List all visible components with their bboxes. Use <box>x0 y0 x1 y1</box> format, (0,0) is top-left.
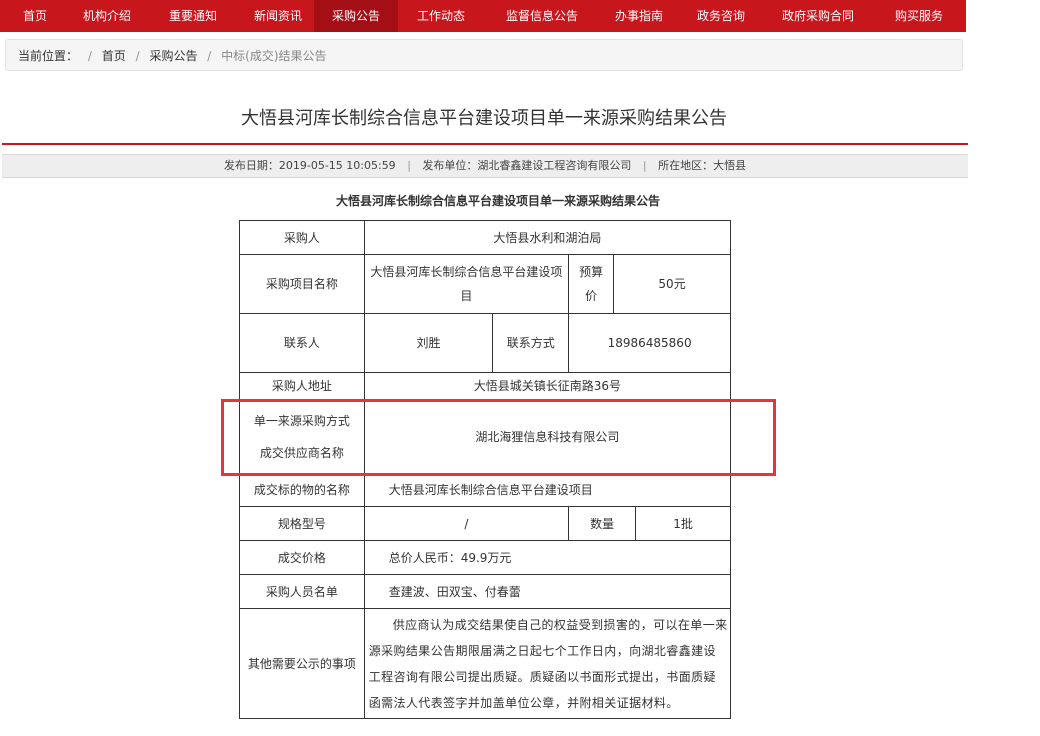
table-row: 规格型号 / 数量 1批 <box>239 506 731 541</box>
phone-value: 18986485860 <box>568 313 731 373</box>
subject-value: 大悟县河库长制综合信息平台建设项目 <box>363 473 732 507</box>
budget-label: 预算价 <box>568 254 615 314</box>
page-title: 大悟县河库长制综合信息平台建设项目单一来源采购结果公告 <box>241 108 727 129</box>
breadcrumb-home-link[interactable]: 首页 <box>102 49 126 63</box>
table-row: 采购人 大悟县水利和湖泊局 <box>239 220 732 255</box>
table-row: 采购人员名单 查建波、田双宝、付春蕾 <box>239 574 732 609</box>
nav-about[interactable]: 机构介绍 <box>70 0 144 32</box>
breadcrumb-current: 中标(成交)结果公告 <box>221 49 327 63</box>
result-table: 采购人 大悟县水利和湖泊局 采购项目名称 大悟县河库长制综合信息平台建设项目 预… <box>239 220 732 719</box>
nav-services[interactable]: 购买服务 <box>872 0 966 32</box>
contact-label: 联系人 <box>239 313 365 373</box>
region: 所在地区：大悟县 <box>658 159 747 172</box>
contact-value: 刘胜 <box>363 313 494 373</box>
spec-label: 规格型号 <box>239 506 365 541</box>
price-value: 总价人民币：49.9万元 <box>363 540 732 575</box>
nav-contracts[interactable]: 政府采购合同 <box>764 0 872 32</box>
nav-notices[interactable]: 重要通知 <box>144 0 242 32</box>
table-row: 联系人 刘胜 联系方式 18986485860 <box>239 313 731 373</box>
meta-separator: | <box>407 159 411 172</box>
article-meta: 发布日期：2019-05-15 10:05:59 | 发布单位：湖北睿鑫建设工程… <box>2 154 968 178</box>
table-row: 采购项目名称 大悟县河库长制综合信息平台建设项目 预算价 50元 <box>239 254 731 314</box>
project-name-value: 大悟县河库长制综合信息平台建设项目 <box>363 254 570 314</box>
article-subtitle: 大悟县河库长制综合信息平台建设项目单一来源采购结果公告 <box>335 194 660 208</box>
publish-date: 发布日期：2019-05-15 10:05:59 <box>223 159 396 172</box>
nav-work-updates[interactable]: 工作动态 <box>398 0 484 32</box>
breadcrumb-label: 当前位置： <box>18 49 79 63</box>
table-row: 采购人地址 大悟县城关镇长征南路36号 <box>239 372 732 400</box>
supplier-value: 湖北海狸信息科技有限公司 <box>363 399 732 474</box>
spec-value: / <box>363 506 570 541</box>
address-value: 大悟县城关镇长征南路36号 <box>363 372 732 400</box>
subject-label: 成交标的物的名称 <box>239 473 365 507</box>
qty-value: 1批 <box>635 506 731 541</box>
main-nav: 首页 机构介绍 重要通知 新闻资讯 采购公告 工作动态 监督信息公告 办事指南 … <box>0 0 966 32</box>
purchaser-label: 采购人 <box>239 220 365 255</box>
qty-label: 数量 <box>568 506 637 541</box>
publisher: 发布单位：湖北睿鑫建设工程咨询有限公司 <box>422 159 632 172</box>
meta-separator: | <box>642 159 647 172</box>
address-label: 采购人地址 <box>239 372 365 400</box>
other-label: 其他需要公示的事项 <box>239 608 365 719</box>
staff-label: 采购人员名单 <box>239 574 365 609</box>
budget-value: 50元 <box>613 254 731 314</box>
nav-guide[interactable]: 办事指南 <box>600 0 678 32</box>
nav-news[interactable]: 新闻资讯 <box>242 0 314 32</box>
breadcrumb-separator: / <box>87 49 92 63</box>
nav-home[interactable]: 首页 <box>0 0 70 32</box>
title-divider <box>2 143 968 145</box>
other-value: 供应商认为成交结果使自己的权益受到损害的，可以在单一来源采购结果公告期限届满之日… <box>363 608 732 719</box>
method-label: 单一来源采购方式 <box>253 413 350 428</box>
contact-method-label: 联系方式 <box>492 313 570 373</box>
project-name-label: 采购项目名称 <box>239 254 365 314</box>
table-row: 其他需要公示的事项 供应商认为成交结果使自己的权益受到损害的，可以在单一来源采购… <box>239 608 732 719</box>
breadcrumb: 当前位置： / 首页 / 采购公告 / 中标(成交)结果公告 <box>5 39 963 71</box>
method-supplier-label: 单一来源采购方式 成交供应商名称 <box>239 399 365 474</box>
breadcrumb-section-link[interactable]: 采购公告 <box>149 49 197 63</box>
purchaser-value: 大悟县水利和湖泊局 <box>363 220 732 255</box>
price-label: 成交价格 <box>239 540 365 575</box>
nav-consult[interactable]: 政务咨询 <box>678 0 764 32</box>
breadcrumb-separator: / <box>135 49 140 63</box>
staff-value: 查建波、田双宝、付春蕾 <box>363 574 732 609</box>
nav-supervision[interactable]: 监督信息公告 <box>484 0 600 32</box>
table-row: 成交价格 总价人民币：49.9万元 <box>239 540 732 575</box>
table-row: 单一来源采购方式 成交供应商名称 湖北海狸信息科技有限公司 <box>239 399 732 474</box>
table-row: 成交标的物的名称 大悟县河库长制综合信息平台建设项目 <box>239 473 732 507</box>
breadcrumb-separator: / <box>207 49 212 63</box>
supplier-label: 成交供应商名称 <box>259 445 344 460</box>
nav-procurement[interactable]: 采购公告 <box>314 0 398 32</box>
